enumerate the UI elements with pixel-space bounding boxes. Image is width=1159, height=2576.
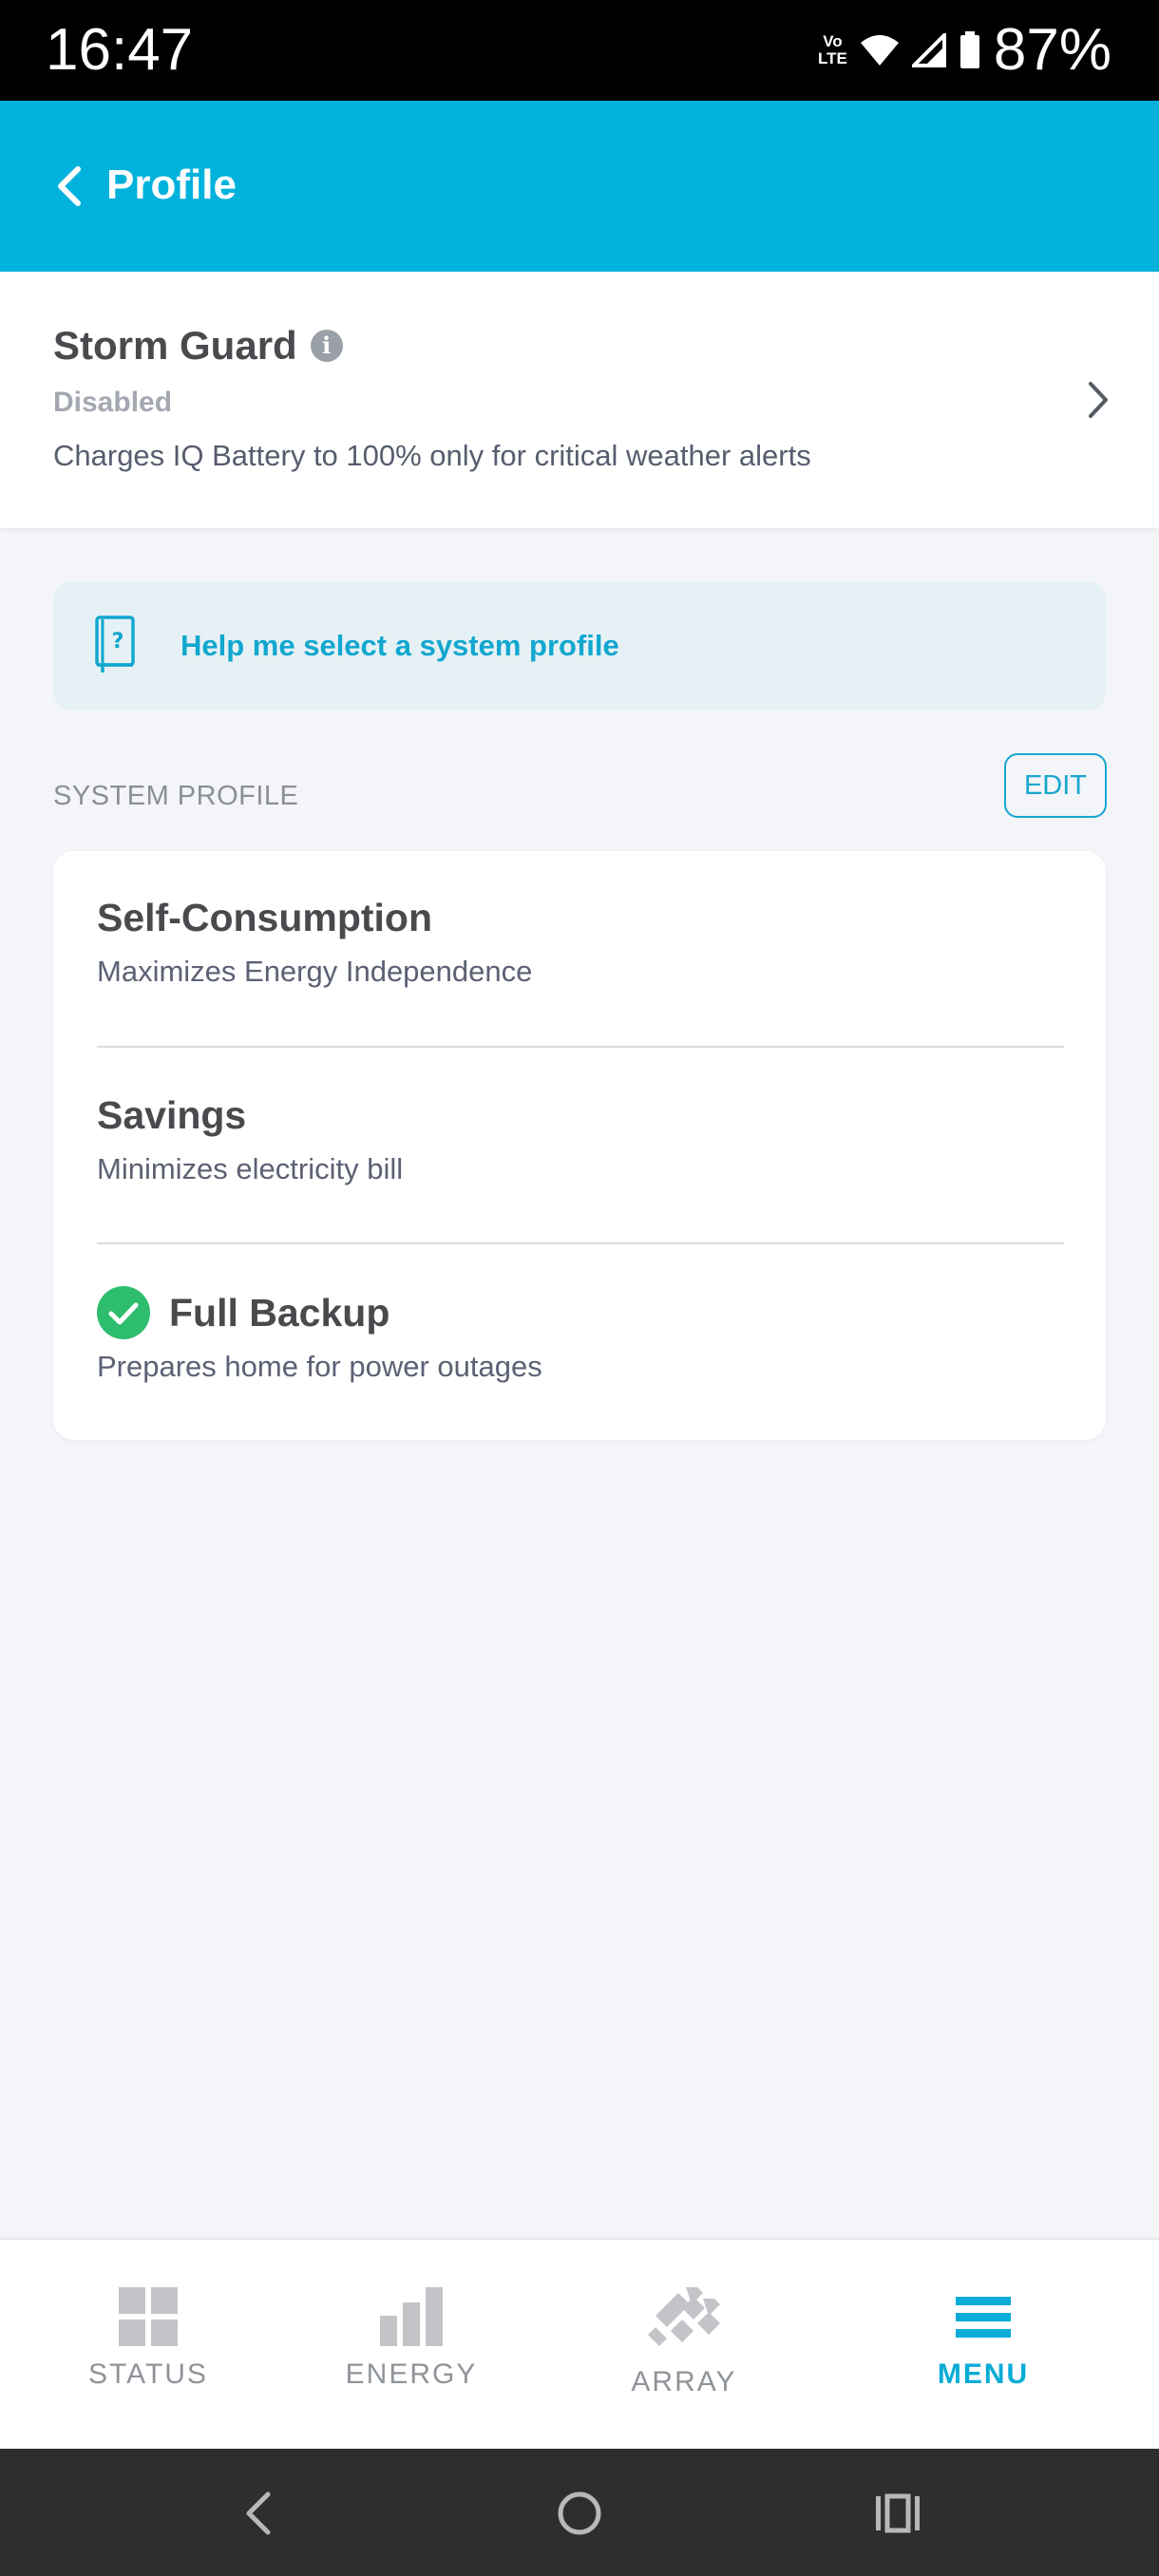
back-arrow-icon[interactable]: [49, 160, 91, 213]
help-select-profile-link[interactable]: ? Help me select a system profile: [53, 581, 1106, 710]
recents-icon[interactable]: [874, 2489, 922, 2538]
nav-item-energy[interactable]: ENERGY: [316, 2287, 506, 2411]
nav-item-array[interactable]: ARRAY: [589, 2287, 779, 2411]
system-profile-label: SYSTEM PROFILE: [53, 781, 299, 811]
wifi-icon: [860, 35, 899, 66]
page-title: Profile: [106, 161, 237, 208]
help-book-icon: ?: [95, 616, 135, 672]
menu-hamburger-icon: [956, 2297, 1011, 2338]
info-icon[interactable]: i: [310, 330, 343, 362]
profile-option-description: Prepares home for power outages: [97, 1350, 542, 1383]
profile-option-savings: Savings Minimizes electricity bill: [97, 1089, 1064, 1189]
nav-label: ENERGY: [345, 2358, 478, 2390]
battery-percent: 87%: [993, 17, 1112, 83]
divider: [97, 1046, 1064, 1048]
profile-option-description: Maximizes Energy Independence: [97, 955, 533, 988]
back-icon[interactable]: [241, 2489, 276, 2538]
storm-guard-title-row: Storm Guard i: [53, 319, 343, 372]
status-icons: Vo LTE 87%: [818, 13, 1112, 87]
status-grid-icon: [119, 2287, 178, 2346]
profile-option-title: Self-Consumption: [97, 896, 433, 939]
svg-text:?: ?: [112, 630, 124, 653]
bottom-nav: STATUS ENERGY ARRAY MENU: [0, 2238, 1159, 2449]
profile-option-title-row: Full Backup: [97, 1286, 1064, 1339]
nav-label: MENU: [937, 2358, 1030, 2390]
nav-label: STATUS: [88, 2358, 208, 2390]
signal-icon: [911, 33, 946, 67]
profile-option-self-consumption: Self-Consumption Maximizes Energy Indepe…: [97, 891, 1064, 992]
home-icon[interactable]: [555, 2489, 604, 2538]
nav-item-menu[interactable]: MENU: [888, 2287, 1078, 2411]
nav-label: ARRAY: [631, 2366, 737, 2397]
edit-button[interactable]: EDIT: [1004, 753, 1107, 818]
battery-icon: [960, 31, 979, 68]
chevron-right-icon: [1089, 382, 1108, 418]
profile-option-title: Savings: [97, 1093, 247, 1137]
energy-bars-icon: [380, 2287, 443, 2346]
app-header: Profile: [0, 101, 1159, 272]
storm-guard-status: Disabled: [53, 387, 173, 418]
divider: [97, 1242, 1064, 1244]
nav-item-status[interactable]: STATUS: [53, 2287, 243, 2411]
check-circle-icon: [97, 1286, 150, 1339]
profile-option-description: Minimizes electricity bill: [97, 1152, 404, 1185]
system-profile-card: Self-Consumption Maximizes Energy Indepe…: [53, 851, 1106, 1440]
volte-icon: Vo LTE: [818, 32, 847, 67]
storm-guard-title: Storm Guard: [53, 323, 297, 368]
profile-option-title: Full Backup: [169, 1291, 390, 1335]
storm-guard-card[interactable]: Storm Guard i Disabled Charges IQ Batter…: [0, 272, 1159, 528]
status-time: 16:47: [46, 17, 194, 83]
help-text: Help me select a system profile: [180, 629, 619, 662]
storm-guard-description: Charges IQ Battery to 100% only for crit…: [53, 439, 811, 472]
system-nav-bar: [0, 2449, 1159, 2576]
status-bar: 16:47 Vo LTE 87%: [0, 0, 1159, 101]
array-panels-icon: [648, 2287, 720, 2346]
profile-option-full-backup: Full Backup Prepares home for power outa…: [97, 1286, 1064, 1387]
